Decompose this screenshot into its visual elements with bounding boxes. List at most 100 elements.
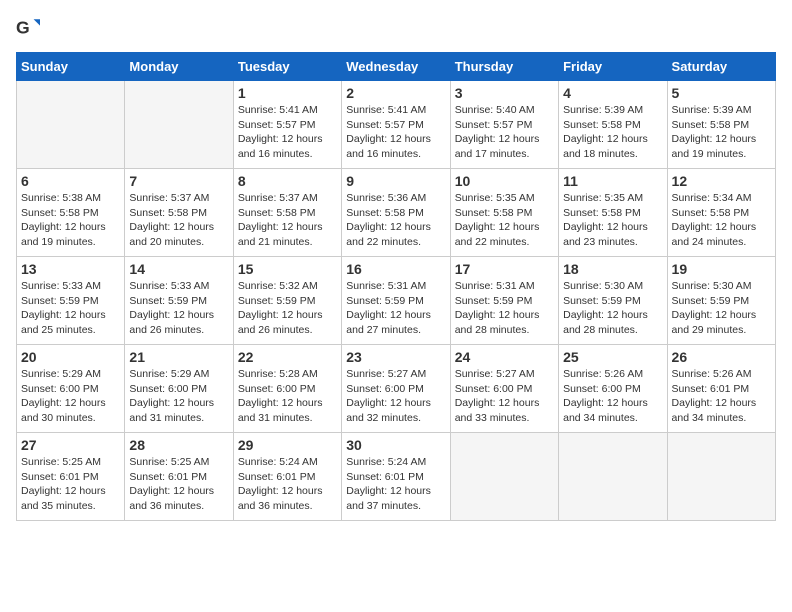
day-number: 29: [238, 437, 337, 453]
day-info: Sunrise: 5:41 AM Sunset: 5:57 PM Dayligh…: [346, 103, 445, 162]
day-number: 24: [455, 349, 554, 365]
weekday-header-friday: Friday: [559, 53, 667, 81]
calendar-cell: 3 Sunrise: 5:40 AM Sunset: 5:57 PM Daylig…: [450, 81, 558, 169]
day-info: Sunrise: 5:24 AM Sunset: 6:01 PM Dayligh…: [346, 455, 445, 514]
day-number: 27: [21, 437, 120, 453]
calendar-cell: 13 Sunrise: 5:33 AM Sunset: 5:59 PM Dayli…: [17, 257, 125, 345]
day-info: Sunrise: 5:34 AM Sunset: 5:58 PM Dayligh…: [672, 191, 771, 250]
weekday-header-saturday: Saturday: [667, 53, 775, 81]
calendar-cell: 5 Sunrise: 5:39 AM Sunset: 5:58 PM Daylig…: [667, 81, 775, 169]
calendar-cell: [450, 433, 558, 521]
svg-text:G: G: [16, 18, 30, 38]
day-number: 7: [129, 173, 228, 189]
page-header: G: [16, 16, 776, 40]
day-info: Sunrise: 5:39 AM Sunset: 5:58 PM Dayligh…: [563, 103, 662, 162]
calendar-cell: 12 Sunrise: 5:34 AM Sunset: 5:58 PM Dayli…: [667, 169, 775, 257]
day-number: 18: [563, 261, 662, 277]
calendar-cell: 27 Sunrise: 5:25 AM Sunset: 6:01 PM Dayli…: [17, 433, 125, 521]
day-info: Sunrise: 5:29 AM Sunset: 6:00 PM Dayligh…: [129, 367, 228, 426]
day-number: 21: [129, 349, 228, 365]
calendar-cell: 21 Sunrise: 5:29 AM Sunset: 6:00 PM Dayli…: [125, 345, 233, 433]
day-number: 5: [672, 85, 771, 101]
weekday-header-tuesday: Tuesday: [233, 53, 341, 81]
calendar-cell: 26 Sunrise: 5:26 AM Sunset: 6:01 PM Dayli…: [667, 345, 775, 433]
day-info: Sunrise: 5:32 AM Sunset: 5:59 PM Dayligh…: [238, 279, 337, 338]
day-info: Sunrise: 5:27 AM Sunset: 6:00 PM Dayligh…: [455, 367, 554, 426]
calendar-cell: 6 Sunrise: 5:38 AM Sunset: 5:58 PM Daylig…: [17, 169, 125, 257]
day-number: 10: [455, 173, 554, 189]
calendar-table: SundayMondayTuesdayWednesdayThursdayFrid…: [16, 52, 776, 521]
calendar-cell: 23 Sunrise: 5:27 AM Sunset: 6:00 PM Dayli…: [342, 345, 450, 433]
calendar-cell: 14 Sunrise: 5:33 AM Sunset: 5:59 PM Dayli…: [125, 257, 233, 345]
calendar-cell: [559, 433, 667, 521]
calendar-cell: 24 Sunrise: 5:27 AM Sunset: 6:00 PM Dayli…: [450, 345, 558, 433]
day-number: 25: [563, 349, 662, 365]
day-info: Sunrise: 5:38 AM Sunset: 5:58 PM Dayligh…: [21, 191, 120, 250]
day-number: 28: [129, 437, 228, 453]
day-info: Sunrise: 5:30 AM Sunset: 5:59 PM Dayligh…: [672, 279, 771, 338]
day-info: Sunrise: 5:36 AM Sunset: 5:58 PM Dayligh…: [346, 191, 445, 250]
day-number: 26: [672, 349, 771, 365]
day-info: Sunrise: 5:25 AM Sunset: 6:01 PM Dayligh…: [129, 455, 228, 514]
calendar-cell: 2 Sunrise: 5:41 AM Sunset: 5:57 PM Daylig…: [342, 81, 450, 169]
day-number: 17: [455, 261, 554, 277]
day-info: Sunrise: 5:33 AM Sunset: 5:59 PM Dayligh…: [21, 279, 120, 338]
calendar-cell: 1 Sunrise: 5:41 AM Sunset: 5:57 PM Daylig…: [233, 81, 341, 169]
day-number: 23: [346, 349, 445, 365]
day-number: 3: [455, 85, 554, 101]
day-info: Sunrise: 5:31 AM Sunset: 5:59 PM Dayligh…: [346, 279, 445, 338]
calendar-cell: 15Sunrise: 5:32 AM Sunset: 5:59 PM Dayli…: [233, 257, 341, 345]
day-number: 13: [21, 261, 120, 277]
weekday-header-wednesday: Wednesday: [342, 53, 450, 81]
day-number: 30: [346, 437, 445, 453]
calendar-cell: [125, 81, 233, 169]
calendar-cell: 16 Sunrise: 5:31 AM Sunset: 5:59 PM Dayli…: [342, 257, 450, 345]
day-info: Sunrise: 5:26 AM Sunset: 6:00 PM Dayligh…: [563, 367, 662, 426]
logo: G: [16, 16, 44, 40]
day-number: 2: [346, 85, 445, 101]
day-number: 12: [672, 173, 771, 189]
calendar-cell: 30 Sunrise: 5:24 AM Sunset: 6:01 PM Dayli…: [342, 433, 450, 521]
day-info: Sunrise: 5:29 AM Sunset: 6:00 PM Dayligh…: [21, 367, 120, 426]
day-info: Sunrise: 5:28 AM Sunset: 6:00 PM Dayligh…: [238, 367, 337, 426]
calendar-cell: 8 Sunrise: 5:37 AM Sunset: 5:58 PM Daylig…: [233, 169, 341, 257]
calendar-cell: 19 Sunrise: 5:30 AM Sunset: 5:59 PM Dayli…: [667, 257, 775, 345]
calendar-cell: 10 Sunrise: 5:35 AM Sunset: 5:58 PM Dayli…: [450, 169, 558, 257]
calendar-cell: 18Sunrise: 5:30 AM Sunset: 5:59 PM Dayli…: [559, 257, 667, 345]
day-number: 11: [563, 173, 662, 189]
day-number: 6: [21, 173, 120, 189]
day-info: Sunrise: 5:25 AM Sunset: 6:01 PM Dayligh…: [21, 455, 120, 514]
calendar-cell: 9 Sunrise: 5:36 AM Sunset: 5:58 PM Daylig…: [342, 169, 450, 257]
day-info: Sunrise: 5:26 AM Sunset: 6:01 PM Dayligh…: [672, 367, 771, 426]
day-number: 22: [238, 349, 337, 365]
logo-icon: G: [16, 16, 40, 40]
day-number: 1: [238, 85, 337, 101]
day-number: 19: [672, 261, 771, 277]
calendar-cell: 11 Sunrise: 5:35 AM Sunset: 5:58 PM Dayli…: [559, 169, 667, 257]
calendar-cell: [667, 433, 775, 521]
weekday-header-monday: Monday: [125, 53, 233, 81]
day-number: 9: [346, 173, 445, 189]
calendar-cell: 29 Sunrise: 5:24 AM Sunset: 6:01 PM Dayli…: [233, 433, 341, 521]
day-info: Sunrise: 5:27 AM Sunset: 6:00 PM Dayligh…: [346, 367, 445, 426]
day-info: Sunrise: 5:39 AM Sunset: 5:58 PM Dayligh…: [672, 103, 771, 162]
day-number: 16: [346, 261, 445, 277]
day-info: Sunrise: 5:35 AM Sunset: 5:58 PM Dayligh…: [563, 191, 662, 250]
day-info: Sunrise: 5:24 AM Sunset: 6:01 PM Dayligh…: [238, 455, 337, 514]
calendar-cell: 17 Sunrise: 5:31 AM Sunset: 5:59 PM Dayli…: [450, 257, 558, 345]
day-info: Sunrise: 5:40 AM Sunset: 5:57 PM Dayligh…: [455, 103, 554, 162]
day-number: 20: [21, 349, 120, 365]
day-info: Sunrise: 5:35 AM Sunset: 5:58 PM Dayligh…: [455, 191, 554, 250]
day-info: Sunrise: 5:33 AM Sunset: 5:59 PM Dayligh…: [129, 279, 228, 338]
calendar-cell: [17, 81, 125, 169]
day-number: 8: [238, 173, 337, 189]
day-info: Sunrise: 5:37 AM Sunset: 5:58 PM Dayligh…: [129, 191, 228, 250]
calendar-cell: 20 Sunrise: 5:29 AM Sunset: 6:00 PM Dayli…: [17, 345, 125, 433]
weekday-header-sunday: Sunday: [17, 53, 125, 81]
day-info: Sunrise: 5:31 AM Sunset: 5:59 PM Dayligh…: [455, 279, 554, 338]
calendar-cell: 25 Sunrise: 5:26 AM Sunset: 6:00 PM Dayli…: [559, 345, 667, 433]
day-info: Sunrise: 5:41 AM Sunset: 5:57 PM Dayligh…: [238, 103, 337, 162]
day-number: 4: [563, 85, 662, 101]
day-info: Sunrise: 5:37 AM Sunset: 5:58 PM Dayligh…: [238, 191, 337, 250]
day-number: 14: [129, 261, 228, 277]
